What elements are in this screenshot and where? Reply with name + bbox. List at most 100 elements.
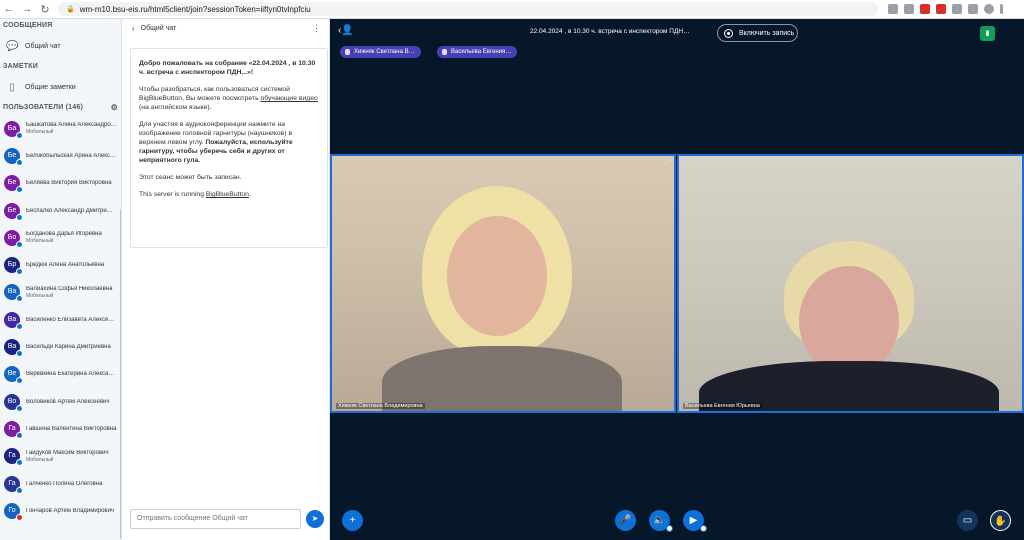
avatar: Ва <box>4 339 23 358</box>
toggle-userlist-icon[interactable]: ‹👤 <box>338 25 354 36</box>
send-button[interactable]: ➤ <box>306 510 324 528</box>
reload-icon[interactable]: ↻ <box>36 3 54 16</box>
mute-button[interactable]: 🎤 <box>615 510 636 531</box>
user-list-item[interactable]: Га Гавшина Валентина Викторовна <box>0 415 121 442</box>
user-list-item[interactable]: Бе Беспалко Александр Дмитри… <box>0 197 121 224</box>
video-face <box>799 266 899 376</box>
chat-header: ‹ Общий чат ⋮ <box>122 19 329 38</box>
fullscreen-icon[interactable]: ⤢ <box>1013 158 1019 168</box>
extension-icon[interactable] <box>920 4 930 14</box>
avatar-initials: Бе <box>7 179 17 187</box>
sidebar-item-public-chat[interactable]: 💬 Общий чат <box>0 33 121 60</box>
chat-message-input[interactable]: Отправить сообщение Общий чат <box>130 509 301 529</box>
microphone-icon: 🎤 <box>619 515 632 526</box>
user-list-item[interactable]: Ва Василенко Елизавета Алексе… <box>0 306 121 333</box>
video-tile[interactable]: ⤢ Васильева Евгения Юрьевна <box>677 154 1024 413</box>
more-options-icon[interactable]: ⋮ <box>312 23 321 34</box>
user-list-item[interactable]: Ва Валиахина Софья Николаевна Мобильный <box>0 279 121 306</box>
avatar-initials: Бр <box>7 261 17 269</box>
notes-section-title: ЗАМЕТКИ <box>3 63 38 70</box>
browser-toolbar: ← → ↻ 🔒 wm-m10.bsu-eis.ru/html5client/jo… <box>0 0 1024 19</box>
user-name: Гавшина Валентина Викторовна <box>26 425 117 432</box>
video-tile[interactable]: ⤢ Хижняк Светлана Владимировна <box>330 154 676 413</box>
avatar-initials: Го <box>8 506 16 514</box>
chevron-left-icon[interactable]: ‹ <box>132 24 135 33</box>
users-count-label: ПОЛЬЗОВАТЕЛИ (146) <box>3 104 83 111</box>
sidebar-item-shared-notes[interactable]: ▯ Общие заметки <box>0 74 121 101</box>
audio-status-icon <box>16 431 23 439</box>
server-notice: This server is running <box>139 191 206 198</box>
address-bar[interactable]: 🔒 wm-m10.bsu-eis.ru/html5client/join?ses… <box>58 2 878 16</box>
share-icon[interactable] <box>888 4 898 14</box>
avatar: Бе <box>4 147 23 166</box>
user-name: Гончаров Артём Владимирович <box>26 507 115 514</box>
user-list-item[interactable]: Бе Белокобыльская Арина Алекс… <box>0 142 121 169</box>
user-name: Васильди Карина Дмитриевна <box>26 344 111 351</box>
avatar: Га <box>4 448 23 467</box>
tutorial-link[interactable]: обучающие видео <box>261 95 318 102</box>
avatar-initials: Ва <box>7 343 17 351</box>
audio-status-icon <box>16 268 23 276</box>
user-list-item[interactable]: Бе Беляева Виктория Викторовна <box>0 170 121 197</box>
menu-icon[interactable] <box>1000 4 1003 14</box>
extension-icon[interactable] <box>936 4 946 14</box>
audio-status-icon <box>16 186 23 194</box>
user-list-item[interactable]: Ва Васильди Карина Дмитриевна <box>0 333 121 360</box>
user-list-item[interactable]: Бр Бредюк Алёна Анатольевна <box>0 251 121 278</box>
talking-indicator[interactable]: Васильева Евгения… <box>437 46 518 58</box>
sidebar-item-label: Общий чат <box>25 43 61 50</box>
user-list-item[interactable]: Га Галченко Полина Олеговна <box>0 470 121 497</box>
avatar: Га <box>4 475 23 494</box>
avatar: Ве <box>4 366 23 385</box>
avatar: Бр <box>4 257 23 276</box>
raise-hand-button[interactable]: ✋ <box>990 510 1011 531</box>
meeting-title: 22.04.2024 , в 10.30 ч. встреча с инспек… <box>530 28 690 35</box>
camera-icon: ▶ <box>689 515 698 526</box>
avatar-initials: Бе <box>7 151 17 159</box>
avatar-initials: Ба <box>7 124 17 132</box>
user-name: Беляева Виктория Викторовна <box>26 180 112 187</box>
user-list-item[interactable]: Ве Верёвкина Екатерина Алекса… <box>0 361 121 388</box>
user-list-item[interactable]: Ба Башкатова Алина Александро… Мобильный <box>0 115 121 142</box>
profile-icon[interactable] <box>984 4 994 14</box>
fullscreen-icon[interactable]: ⤢ <box>665 158 671 168</box>
gear-icon[interactable]: ⚙ <box>111 101 118 115</box>
user-list-item[interactable]: Го Гончаров Артём Владимирович <box>0 497 121 524</box>
presentation-button[interactable]: ▭ <box>957 510 978 531</box>
chat-icon: 💬 <box>6 40 19 52</box>
puzzle-icon[interactable] <box>952 4 962 14</box>
audio-button[interactable]: 🔈 <box>649 510 673 532</box>
chat-panel: ‹ Общий чат ⋮ Добро пожаловать на собран… <box>122 19 330 540</box>
avatar-initials: Во <box>7 397 17 405</box>
user-name: Гайдуков Максим Викторович <box>26 449 109 456</box>
record-label: Включить запись <box>739 29 795 37</box>
user-name: Валиахина Софья Николаевна <box>26 285 113 292</box>
user-device: Мобильный <box>26 129 54 136</box>
back-icon[interactable]: ← <box>0 3 18 15</box>
connection-status-icon[interactable]: ▮ <box>980 26 995 41</box>
welcome-greeting: Добро пожаловать на собрание «22.04.2024… <box>139 60 316 76</box>
talking-indicator[interactable]: Хижняк Светлана В… <box>340 46 421 58</box>
user-list-item[interactable]: Га Гайдуков Максим Викторович Мобильный <box>0 443 121 470</box>
avatar-initials: Бо <box>7 233 17 241</box>
avatar: Го <box>4 502 23 521</box>
user-list-item[interactable]: Во Воловиков Артём Алексеевич <box>0 388 121 415</box>
server-notice-end: . <box>248 191 251 198</box>
avatar-initials: Ва <box>7 288 17 296</box>
avatar: Во <box>4 393 23 412</box>
user-list-item[interactable]: Бо Богданова Дарья Игоревна Мобильный <box>0 224 121 251</box>
sidebar-icon[interactable] <box>968 4 978 14</box>
audio-status-icon <box>16 322 23 330</box>
star-icon[interactable] <box>904 4 914 14</box>
forward-icon[interactable]: → <box>18 3 36 15</box>
welcome-text: (на английском языке). <box>139 104 212 111</box>
user-name: Бредюк Алёна Анатольевна <box>26 262 105 269</box>
user-name: Верёвкина Екатерина Алекса… <box>26 371 115 378</box>
actions-button[interactable]: + <box>342 510 363 531</box>
record-button[interactable]: Включить запись <box>717 24 798 42</box>
lock-icon: 🔒 <box>66 6 75 13</box>
bbb-link[interactable]: BigBlueButton <box>206 191 249 198</box>
audio-status-icon <box>16 131 23 139</box>
url-text: wm-m10.bsu-eis.ru/html5client/join?sessi… <box>79 4 311 14</box>
camera-button[interactable]: ▶ <box>683 510 707 532</box>
